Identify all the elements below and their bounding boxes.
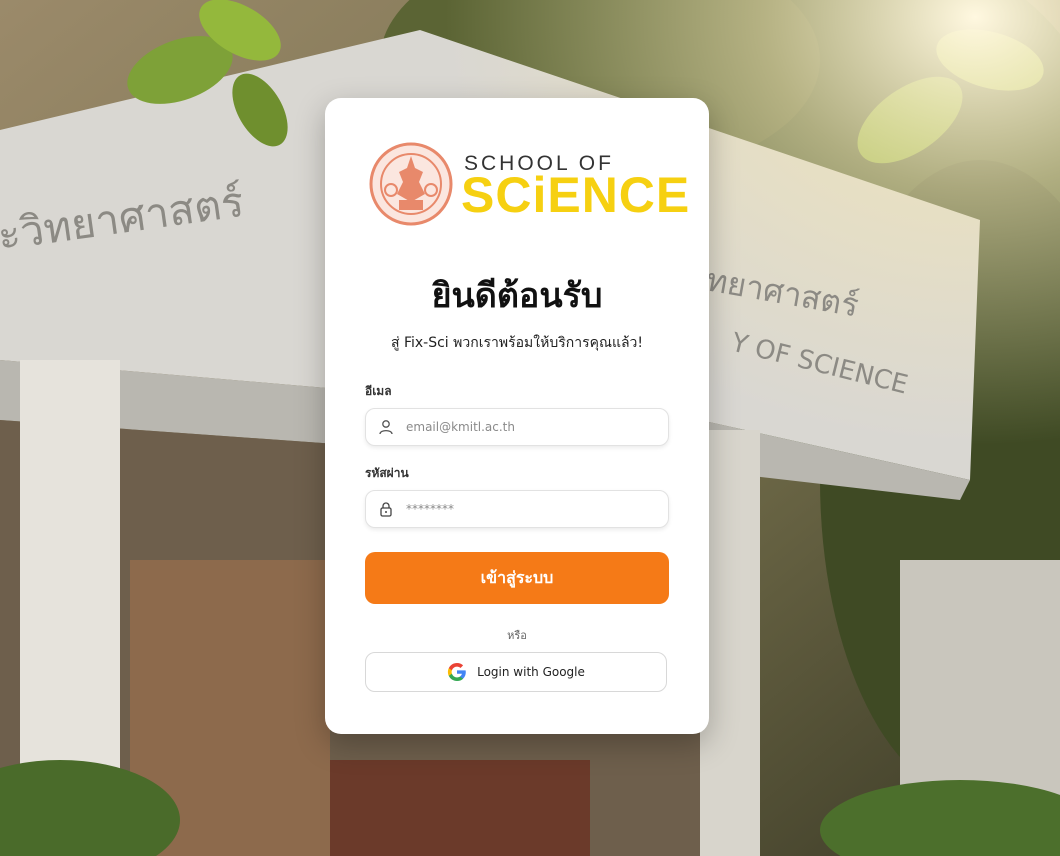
password-field[interactable] bbox=[365, 490, 669, 528]
email-input[interactable] bbox=[406, 409, 656, 445]
lock-icon bbox=[380, 502, 392, 517]
email-label: อีเมล bbox=[365, 384, 392, 398]
or-divider: หรือ bbox=[507, 629, 527, 642]
logo-text-main: SCiENCE bbox=[461, 167, 691, 223]
email-field[interactable] bbox=[365, 408, 669, 446]
seal-icon bbox=[369, 142, 453, 226]
password-label: รหัสผ่าน bbox=[365, 466, 409, 480]
login-button[interactable]: เข้าสู่ระบบ bbox=[365, 552, 669, 604]
password-input[interactable] bbox=[406, 491, 656, 527]
school-logo: SCHOOL OF SCiENCE bbox=[369, 142, 689, 226]
login-card: SCHOOL OF SCiENCE ยินดีต้อนรับ สู่ Fix-S… bbox=[325, 98, 709, 734]
google-login-button[interactable]: Login with Google bbox=[365, 652, 667, 692]
google-login-label: Login with Google bbox=[477, 665, 585, 679]
welcome-subtitle: สู่ Fix-Sci พวกเราพร้อมให้บริการคุณแล้ว! bbox=[390, 335, 644, 351]
google-icon bbox=[448, 663, 466, 681]
welcome-title: ยินดีต้อนรับ bbox=[431, 276, 603, 316]
user-icon bbox=[379, 420, 393, 435]
